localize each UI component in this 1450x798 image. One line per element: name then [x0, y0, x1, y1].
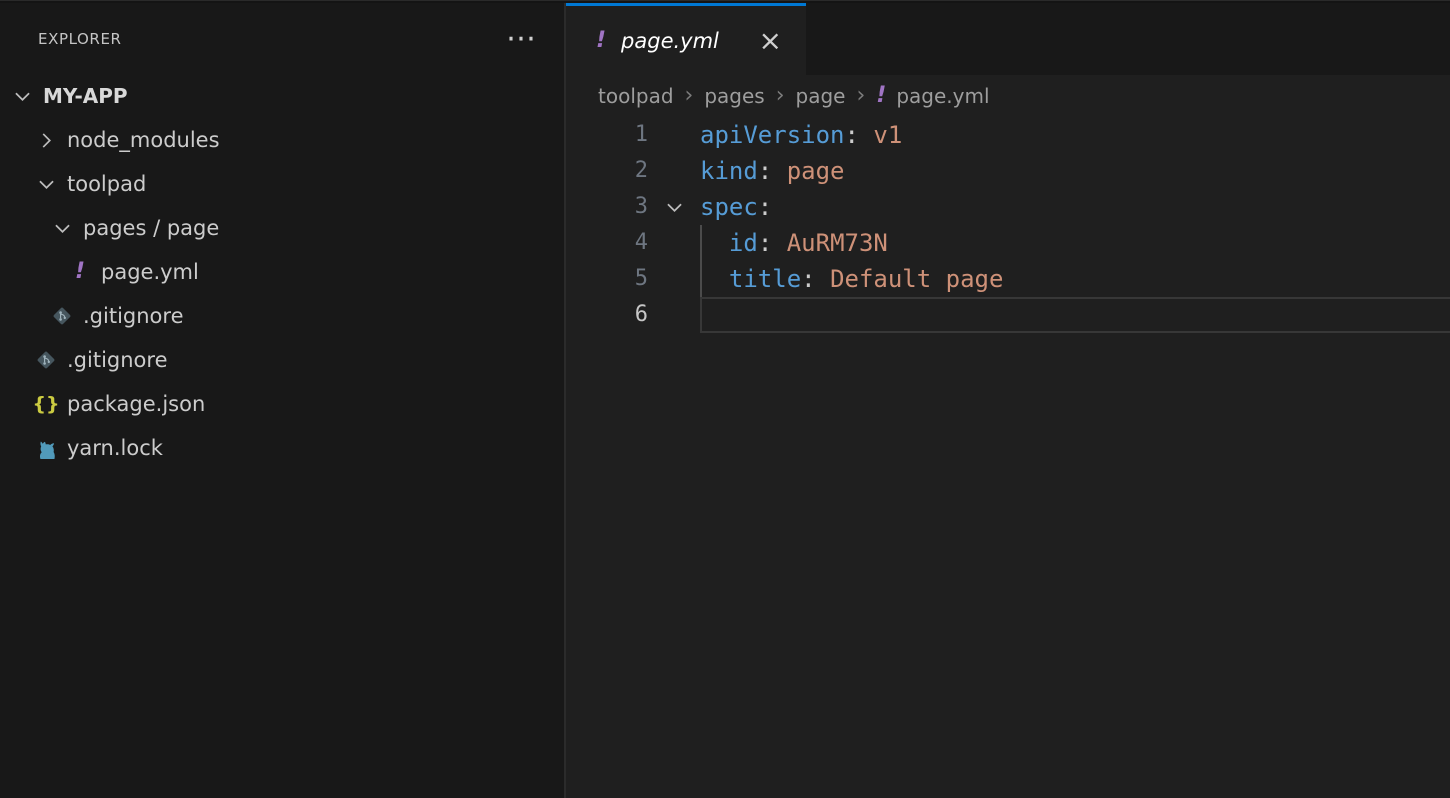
code-line-4[interactable]: 4 id: AuRM73N	[566, 225, 1450, 261]
code-line-text: spec:	[700, 189, 772, 225]
line-number: 1	[566, 117, 648, 153]
yaml-warning-icon: !	[68, 259, 92, 285]
indent-guide	[700, 261, 702, 297]
tree-item-label: node_modules	[67, 128, 220, 152]
line-number: 4	[566, 225, 648, 261]
chevron-down-icon	[50, 215, 74, 241]
chevron-down-icon	[34, 171, 58, 197]
git-icon	[50, 303, 74, 329]
tab-page-yml[interactable]: ! page.yml ×	[566, 3, 806, 75]
code-line-text: kind: page	[700, 153, 845, 189]
explorer-title: EXPLORER	[38, 30, 122, 48]
code-editor[interactable]: 1apiVersion: v12kind: page3spec:4 id: Au…	[566, 117, 1450, 798]
tree-item-page-yml[interactable]: ! page.yml	[0, 250, 564, 294]
breadcrumb-item-pages[interactable]: pages	[704, 84, 764, 108]
breadcrumb: toolpad › pages › page ›! page.yml	[566, 75, 1450, 117]
tree-item-pages-page[interactable]: pages / page	[0, 206, 564, 250]
chevron-separator-icon: ›	[856, 86, 865, 106]
tree-item-label: pages / page	[83, 216, 219, 240]
tree-item--gitignore[interactable]: .gitignore	[0, 338, 564, 382]
json-icon: {}	[34, 391, 58, 417]
fold-chevron-icon[interactable]	[664, 197, 685, 218]
close-icon[interactable]: ×	[759, 29, 782, 53]
code-line-6[interactable]: 6	[566, 297, 1450, 333]
yarn-icon	[34, 435, 58, 461]
yaml-warning-icon: !	[876, 83, 886, 109]
tab-bar: ! page.yml ×	[566, 3, 1450, 75]
tree-item-my-app[interactable]: MY-APP	[0, 74, 564, 118]
tab-label: page.yml	[621, 29, 719, 53]
editor-area: ! page.yml × toolpad › pages › page ›! page.ym…	[566, 3, 1450, 798]
line-number: 3	[566, 189, 648, 225]
code-line-text: title: Default page	[700, 261, 1003, 297]
code-line-text: apiVersion: v1	[700, 117, 902, 153]
vscode-window: EXPLORER ⋯ MY-APPnode_modulestoolpadpage…	[0, 0, 1450, 798]
chevron-separator-icon: ›	[776, 86, 785, 106]
breadcrumb-file[interactable]: ! page.yml	[876, 83, 989, 109]
tree-item-node-modules[interactable]: node_modules	[0, 118, 564, 162]
code-line-3[interactable]: 3 spec:	[566, 189, 1450, 225]
tree-item-label: MY-APP	[43, 84, 128, 108]
tree-item-package-json[interactable]: {} package.json	[0, 382, 564, 426]
chevron-down-icon	[10, 83, 34, 109]
tree-item--gitignore[interactable]: .gitignore	[0, 294, 564, 338]
line-number: 5	[566, 261, 648, 297]
line-number: 6	[566, 297, 648, 333]
breadcrumb-file-label: page.yml	[896, 84, 989, 108]
breadcrumb-item-page[interactable]: page	[796, 84, 846, 108]
ellipsis-icon[interactable]: ⋯	[506, 29, 536, 49]
current-line-highlight	[700, 297, 1450, 333]
tree-item-yarn-lock[interactable]: yarn.lock	[0, 426, 564, 470]
tree-item-toolpad[interactable]: toolpad	[0, 162, 564, 206]
git-icon	[34, 347, 58, 373]
tree-item-label: page.yml	[101, 260, 199, 284]
indent-guide	[700, 225, 702, 261]
tree-item-label: .gitignore	[83, 304, 184, 328]
explorer-header: EXPLORER ⋯	[0, 3, 564, 74]
line-number: 2	[566, 153, 648, 189]
tree-item-label: yarn.lock	[67, 436, 163, 460]
yaml-warning-icon: !	[596, 30, 606, 52]
chevron-separator-icon: ›	[685, 86, 694, 106]
tree-item-label: package.json	[67, 392, 205, 416]
explorer-sidebar: EXPLORER ⋯ MY-APP node_modulestoolpad page…	[0, 3, 566, 798]
workbench: EXPLORER ⋯ MY-APPnode_modulestoolpadpage…	[0, 3, 1450, 798]
file-tree: MY-APP node_modulestoolpad pages / page! pa…	[0, 74, 564, 470]
code-line-2[interactable]: 2 kind: page	[566, 153, 1450, 189]
tree-item-label: toolpad	[67, 172, 146, 196]
chevron-right-icon	[34, 127, 58, 153]
code-line-5[interactable]: 5 title: Default page	[566, 261, 1450, 297]
code-line-text: id: AuRM73N	[700, 225, 888, 261]
tree-item-label: .gitignore	[67, 348, 168, 372]
breadcrumb-item-toolpad[interactable]: toolpad	[598, 84, 674, 108]
code-line-1[interactable]: 1 apiVersion: v1	[566, 117, 1450, 153]
